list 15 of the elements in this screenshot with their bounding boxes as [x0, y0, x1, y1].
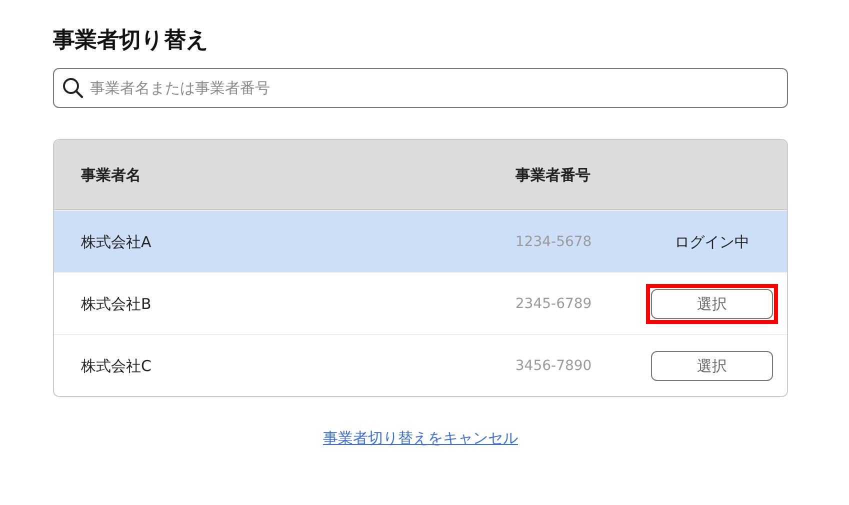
select-button[interactable]: 選択	[651, 350, 774, 381]
company-number: 2345-6789	[515, 296, 592, 312]
cancel-link[interactable]: 事業者切り替えをキャンセル	[323, 429, 518, 448]
page-title: 事業者切り替え	[53, 28, 210, 54]
login-status: ログイン中	[674, 232, 750, 253]
company-number: 1234-5678	[515, 234, 592, 250]
search-field[interactable]: 事業者名または事業者番号	[53, 68, 788, 108]
column-header: 事業者番号	[515, 166, 590, 184]
company-name: 株式会社C	[81, 356, 152, 375]
column-header: 事業者名	[81, 166, 141, 184]
company-name: 株式会社B	[81, 294, 152, 313]
company-name: 株式会社A	[81, 232, 152, 251]
company-number: 3456-7890	[515, 358, 592, 374]
search-icon	[62, 77, 84, 100]
select-button[interactable]: 選択	[651, 288, 774, 319]
